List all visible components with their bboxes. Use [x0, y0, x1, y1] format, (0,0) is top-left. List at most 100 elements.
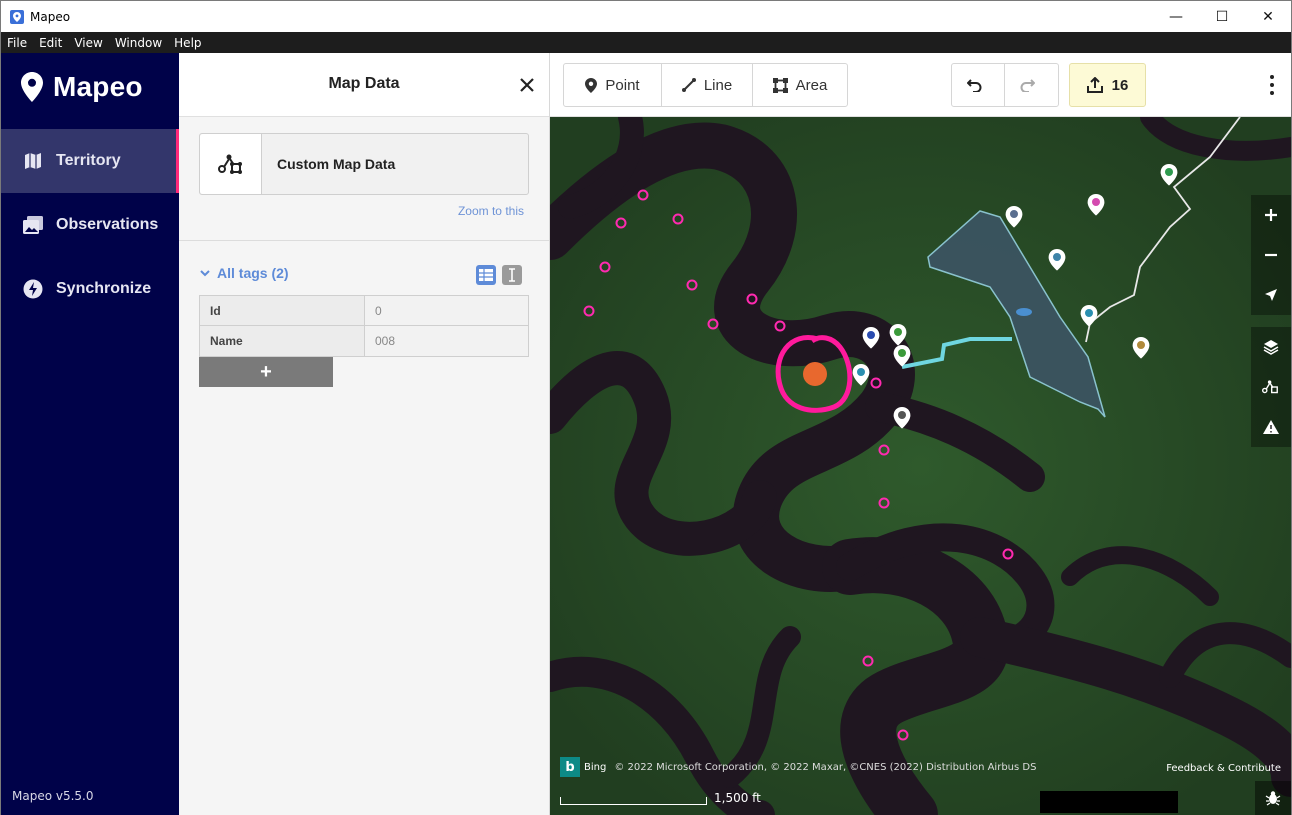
map-icon [23, 151, 43, 171]
maximize-button[interactable]: ☐ [1199, 1, 1245, 32]
version-label: Mapeo v5.5.0 [12, 789, 94, 803]
zoom-to-this-link[interactable]: Zoom to this [458, 204, 524, 218]
locate-button[interactable] [1251, 275, 1291, 315]
card-label: Custom Map Data [277, 156, 396, 172]
menu-view[interactable]: View [68, 36, 108, 50]
zoom-controls [1251, 195, 1291, 315]
area-icon [772, 77, 788, 93]
divider [179, 240, 549, 241]
logo-text: Mapeo [53, 71, 143, 102]
attribution-text: © 2022 Microsoft Corporation, © 2022 Max… [614, 761, 1037, 773]
panel-title: Map Data [328, 75, 400, 92]
menu-window[interactable]: Window [109, 36, 168, 50]
sidebar: Mapeo Territory Observations Synchronize… [1, 53, 179, 815]
window-title: Mapeo [30, 9, 71, 24]
bing-label: Bing [584, 761, 607, 773]
map-view[interactable]: b Bing © 2022 Microsoft Corporation, © 2… [550, 117, 1291, 815]
report-bug-button[interactable] [1255, 781, 1291, 815]
table-row: Name 008 [200, 326, 528, 356]
minimize-button[interactable]: — [1153, 1, 1199, 32]
tag-key: Id [200, 296, 365, 325]
map-controls [1251, 195, 1291, 455]
more-options-button[interactable] [1269, 75, 1275, 95]
sidebar-item-synchronize[interactable]: Synchronize [1, 257, 179, 321]
add-tag-button[interactable]: + [199, 357, 333, 387]
mapeo-app-icon [10, 9, 24, 24]
sidebar-item-label: Territory [56, 152, 121, 169]
app-window: Mapeo — ☐ ✕ File Edit View Window Help M… [0, 0, 1292, 815]
menu-edit[interactable]: Edit [33, 36, 68, 50]
panel-header: Map Data [179, 53, 549, 117]
zoom-out-button[interactable] [1251, 235, 1291, 275]
layer-controls [1251, 327, 1291, 447]
photo-icon [23, 215, 43, 235]
sidebar-item-label: Synchronize [56, 280, 152, 297]
area-button[interactable]: Area [753, 64, 847, 106]
draw-tools: Point Line Area [563, 63, 848, 107]
map-attribution: b Bing © 2022 Microsoft Corporation, © 2… [560, 757, 1036, 777]
table-icon [479, 269, 493, 281]
warning-icon [1263, 420, 1279, 434]
close-panel-button[interactable] [515, 73, 539, 97]
warning-button[interactable] [1251, 407, 1291, 447]
custom-data-icon [200, 134, 262, 194]
upload-icon [1086, 77, 1103, 93]
redo-button[interactable] [1005, 64, 1058, 106]
point-button[interactable]: Point [564, 64, 662, 106]
zoom-in-button[interactable] [1251, 195, 1291, 235]
scale-bar: 1,500 ft [560, 791, 761, 805]
custom-map-data-card[interactable]: Custom Map Data [199, 133, 529, 195]
redacted-box [1040, 791, 1178, 813]
upload-count: 16 [1111, 76, 1129, 94]
upload-button[interactable]: 16 [1069, 63, 1146, 107]
sidebar-item-territory[interactable]: Territory [1, 129, 179, 193]
chevron-down-icon [200, 270, 210, 277]
line-label: Line [703, 76, 733, 94]
undo-button[interactable] [952, 64, 1005, 106]
logo: Mapeo [21, 71, 143, 103]
close-icon [520, 78, 534, 92]
layers-button[interactable] [1251, 327, 1291, 367]
pin-logo-icon [21, 72, 43, 102]
text-view-button[interactable] [502, 265, 522, 285]
history-tools [951, 63, 1059, 107]
custom-data-icon [1262, 380, 1278, 394]
layers-icon [1263, 340, 1279, 355]
point-label: Point [605, 76, 640, 94]
map-data-panel: Map Data Custom Map Data Zoom to this Al… [179, 53, 550, 815]
redo-icon [1020, 79, 1035, 92]
area-label: Area [795, 76, 828, 94]
scale-label: 1,500 ft [714, 791, 761, 805]
tags-table: Id 0 Name 008 [199, 295, 529, 357]
all-tags-toggle[interactable]: All tags (2) [199, 265, 289, 281]
pin-icon [585, 77, 598, 93]
text-cursor-icon [509, 268, 515, 282]
sidebar-item-observations[interactable]: Observations [1, 193, 179, 257]
tag-value[interactable]: 0 [365, 296, 528, 325]
zoom-in-icon [1265, 209, 1277, 221]
zoom-out-icon [1265, 253, 1277, 257]
feedback-link[interactable]: Feedback & Contribute [1166, 763, 1281, 774]
satellite-imagery [550, 117, 1291, 815]
tag-key: Name [200, 326, 365, 356]
table-view-button[interactable] [476, 265, 496, 285]
sidebar-item-label: Observations [56, 216, 159, 233]
menu-file[interactable]: File [1, 36, 33, 50]
line-button[interactable]: Line [662, 64, 753, 106]
close-window-button[interactable]: ✕ [1245, 1, 1291, 32]
tags-header-label: All tags (2) [217, 265, 289, 281]
menu-bar: File Edit View Window Help [1, 32, 1291, 53]
custom-data-button[interactable] [1251, 367, 1291, 407]
table-row: Id 0 [200, 296, 528, 326]
locate-icon [1265, 289, 1277, 301]
menu-help[interactable]: Help [168, 36, 207, 50]
line-icon [681, 78, 696, 92]
tag-value[interactable]: 008 [365, 326, 528, 356]
undo-icon [966, 79, 981, 92]
title-bar: Mapeo — ☐ ✕ [1, 1, 1291, 32]
map-toolbar: Point Line Area 16 [550, 53, 1291, 117]
bing-logo: b [560, 757, 580, 777]
bug-icon [1265, 791, 1281, 806]
sync-bolt-icon [23, 279, 43, 299]
scale-line [560, 797, 707, 805]
